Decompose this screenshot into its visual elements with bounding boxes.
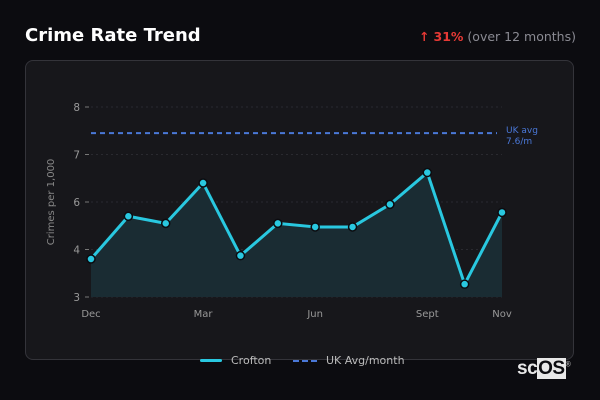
data-point [160, 218, 171, 229]
legend-label: UK Avg/month [326, 354, 405, 367]
x-tick-label: Jun [306, 309, 323, 320]
legend-item-uk-avg[interactable]: UK Avg/month [293, 354, 405, 367]
data-point [310, 222, 320, 232]
y-tick-label: 6 [73, 197, 80, 209]
series-area [91, 172, 502, 297]
data-point [347, 222, 358, 232]
x-tick-label: Sept [416, 309, 439, 320]
x-tick-label: Nov [492, 309, 512, 320]
y-tick-label: 8 [73, 102, 80, 114]
legend-solid-line-icon [200, 359, 222, 362]
data-point [235, 250, 246, 261]
uk-avg-label: UK avg [506, 126, 538, 136]
line-chart: 3 4 6 7 8 Crimes per 1,000 Dec Mar Jun Sept Nov UK … [46, 102, 538, 320]
legend-item-crofton[interactable]: Crofton [200, 354, 271, 367]
data-point [198, 178, 208, 188]
uk-avg-value: 7.6/m [506, 137, 532, 147]
data-point [459, 279, 470, 289]
y-tick-label: 7 [73, 150, 80, 162]
data-point [86, 254, 96, 264]
y-axis-title: Crimes per 1,000 [46, 159, 57, 246]
data-point [422, 167, 433, 178]
legend-dashed-line-icon [293, 359, 317, 362]
y-tick-label: 4 [73, 245, 80, 257]
x-tick-label: Mar [194, 309, 214, 320]
y-tick-label: 3 [73, 292, 80, 304]
scos-logo: scOS® [517, 358, 571, 379]
data-point [497, 207, 507, 218]
data-point [385, 199, 395, 210]
data-point [273, 218, 283, 229]
data-point [123, 211, 134, 221]
x-tick-label: Dec [81, 309, 100, 320]
legend-label: Crofton [231, 354, 272, 367]
